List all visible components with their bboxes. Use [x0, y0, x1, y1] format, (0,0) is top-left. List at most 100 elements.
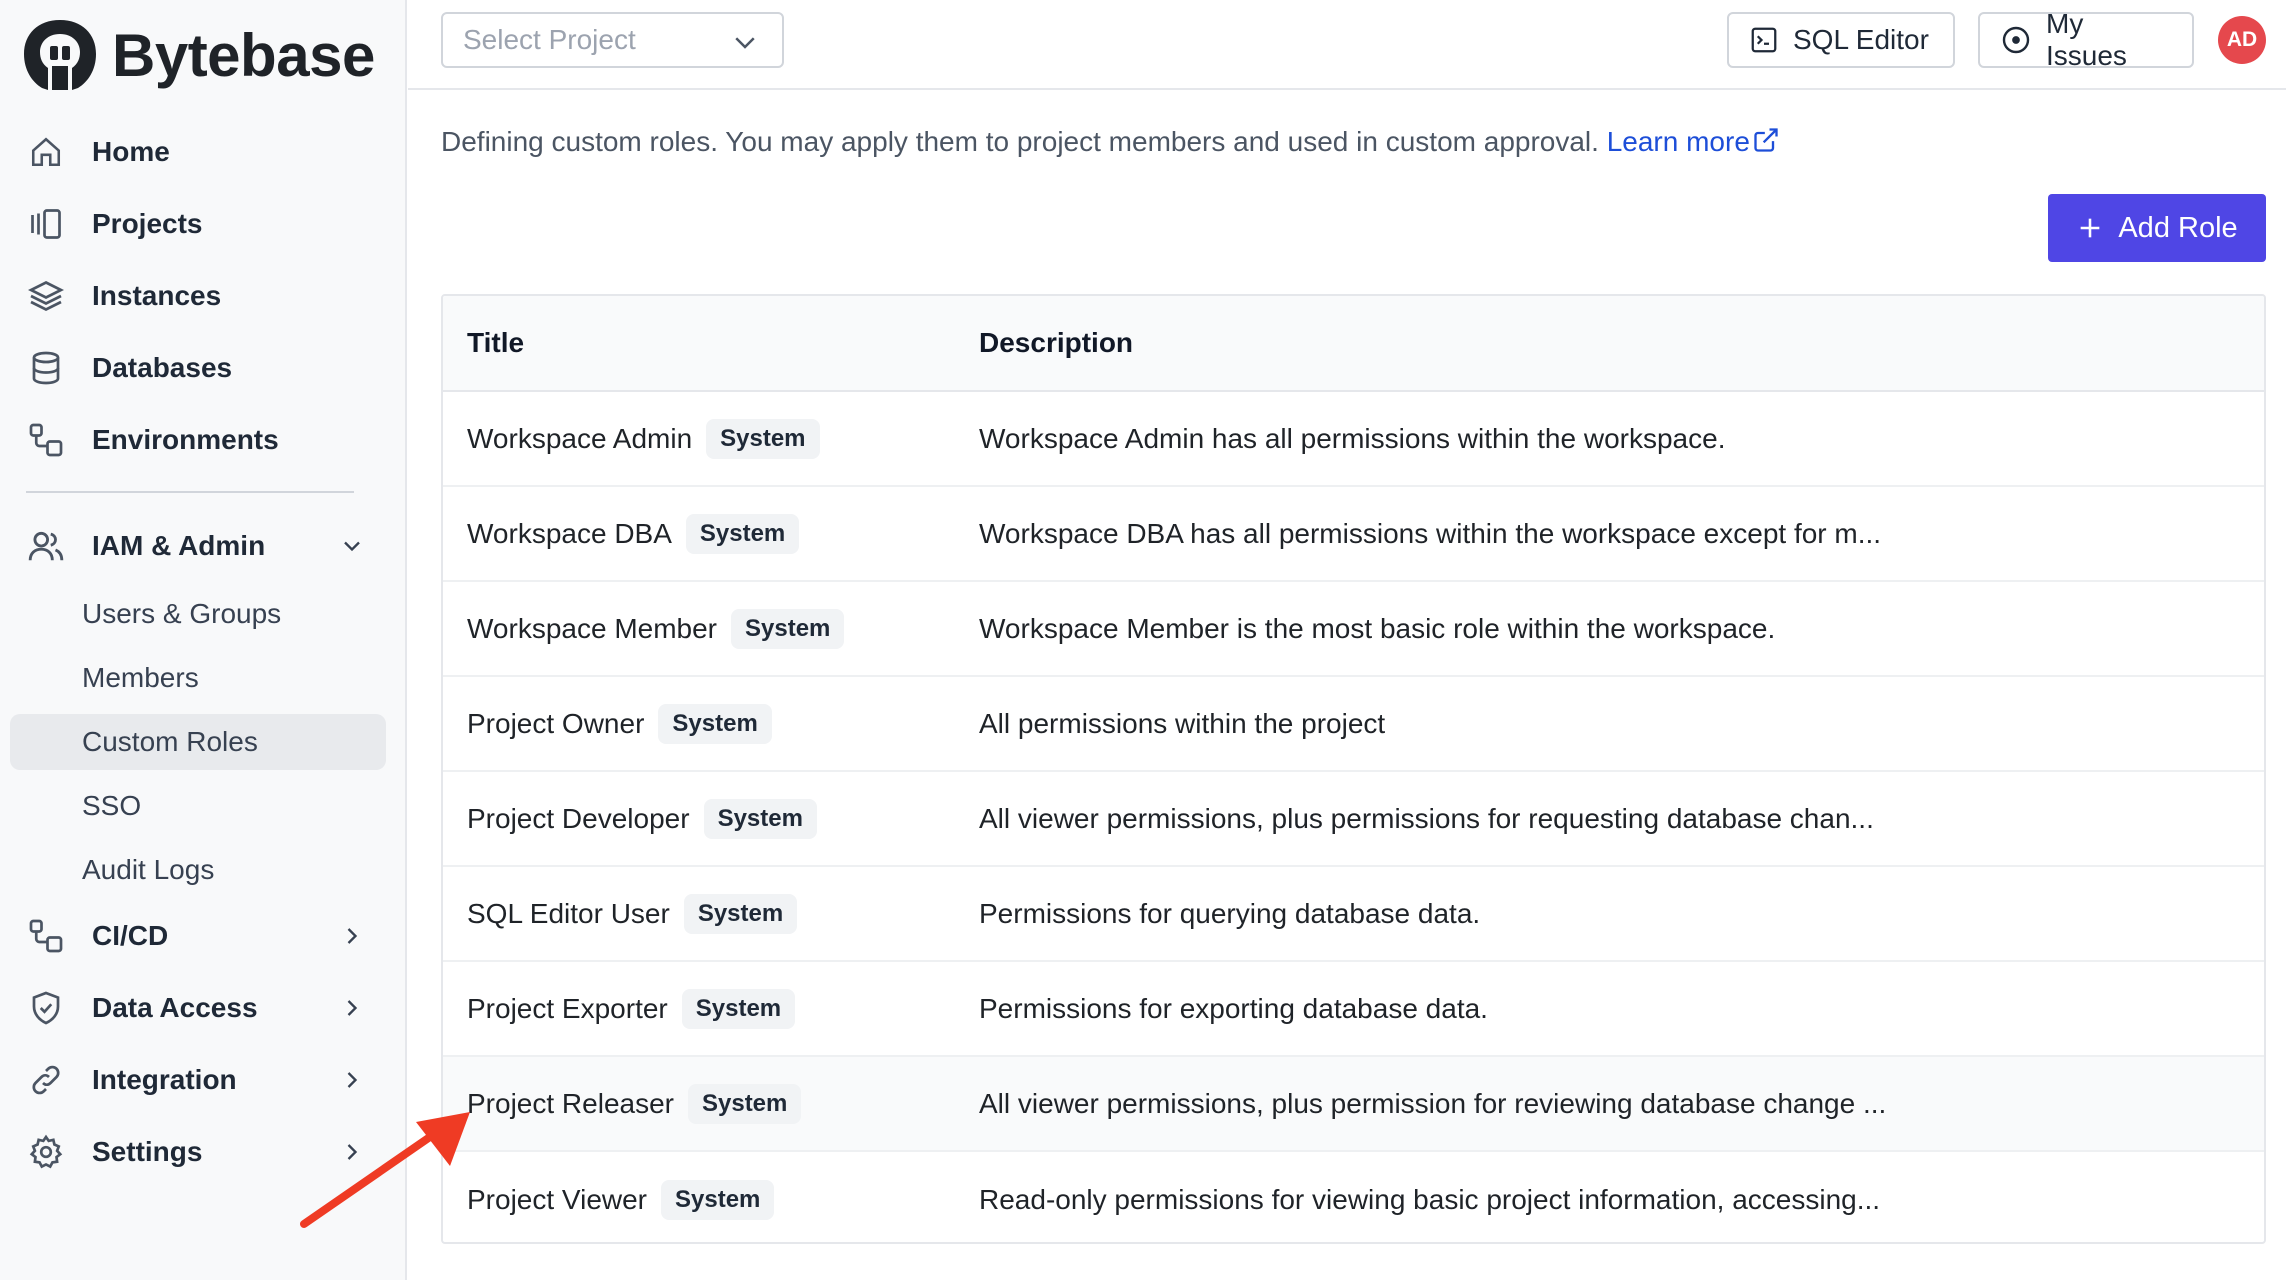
role-title: Project Exporter [467, 992, 668, 1024]
sidebar-item-home[interactable]: Home [10, 124, 386, 180]
role-description: All permissions within the project [979, 707, 1386, 739]
sidebar-subitem-sso[interactable]: SSO [10, 778, 386, 834]
table-row[interactable]: SQL Editor User System Permissions for qu… [443, 867, 2264, 962]
sidebar-item-databases[interactable]: Databases [10, 340, 386, 396]
link-icon [26, 1060, 66, 1100]
database-icon [26, 348, 66, 388]
chevron-right-icon [347, 1000, 358, 1016]
add-role-label: Add Role [2118, 211, 2238, 244]
table-row[interactable]: Project Owner System All permissions with… [443, 677, 2264, 772]
description-text: Defining custom roles. You may apply the… [441, 126, 1599, 157]
system-badge: System [658, 703, 772, 744]
projects-icon [26, 204, 66, 244]
role-description: All viewer permissions, plus permission … [979, 1087, 1887, 1119]
my-issues-button[interactable]: My Issues [1978, 8, 2194, 71]
role-description: Read-only permissions for viewing basic … [979, 1183, 1881, 1215]
sidebar-item-label: Integration [92, 1064, 237, 1095]
table-row[interactable]: Project Viewer System Read-only permissio… [443, 1152, 2264, 1242]
system-badge: System [683, 893, 798, 934]
sidebar-item-label: CI/CD [92, 920, 169, 951]
chevron-right-icon [347, 928, 358, 944]
table-row[interactable]: Workspace Admin System Workspace Admin ha… [443, 392, 2264, 487]
role-description: Workspace DBA has all permissions within… [979, 517, 1882, 549]
sidebar-item-label: Environments [92, 424, 279, 455]
brand-logo[interactable]: Bytebase [22, 18, 375, 92]
sidebar-item-environments[interactable]: Environments [10, 412, 386, 468]
bytebase-logo-icon [24, 20, 96, 90]
sidebar-subitem-members[interactable]: Members [10, 650, 386, 706]
brand-name: Bytebase [112, 21, 375, 89]
plus-icon [2081, 218, 2100, 238]
terminal-icon [1751, 27, 1777, 53]
role-title: Project Developer [467, 802, 690, 834]
sidebar-subitem-audit-logs[interactable]: Audit Logs [10, 842, 386, 898]
table-header: Title Description [443, 296, 2264, 392]
sidebar-item-iam-admin[interactable]: IAM & Admin [10, 518, 386, 574]
system-badge: System [661, 1179, 775, 1220]
role-description: Permissions for exporting database data. [979, 992, 1488, 1024]
table-row[interactable]: Project Exporter System Permissions for e… [443, 962, 2264, 1057]
sidebar-item-label: Databases [92, 352, 233, 383]
sidebar-item-label: IAM & Admin [92, 530, 266, 561]
role-title: SQL Editor User [467, 897, 670, 929]
sidebar-item-instances[interactable]: Instances [10, 268, 386, 324]
header-description: Description [979, 327, 1134, 358]
shield-icon [26, 988, 66, 1028]
avatar[interactable]: AD [2218, 16, 2266, 64]
project-select-placeholder: Select Project [463, 24, 636, 55]
sidebar: Bytebase Home Projects Instances Databas… [0, 0, 407, 1280]
add-role-button[interactable]: Add Role [2048, 194, 2266, 262]
external-link-icon [1754, 128, 1778, 152]
layers-icon [26, 276, 66, 316]
table-row[interactable]: Workspace Member System Workspace Member … [443, 582, 2264, 677]
system-badge: System [703, 798, 817, 839]
role-description: All viewer permissions, plus permissions… [979, 802, 1874, 834]
table-row[interactable]: Project Releaser System All viewer permis… [443, 1057, 2264, 1152]
sql-editor-button[interactable]: SQL Editor [1727, 12, 1955, 68]
sidebar-divider [26, 491, 354, 493]
chevron-down-icon [735, 37, 755, 49]
system-badge: System [687, 1083, 802, 1124]
sidebar-subitem-users-groups[interactable]: Users & Groups [10, 586, 386, 642]
sidebar-item-label: Settings [92, 1136, 203, 1167]
users-icon [26, 526, 66, 566]
table-row[interactable]: Workspace DBA System Workspace DBA has al… [443, 487, 2264, 582]
role-description: Workspace Member is the most basic role … [979, 612, 1776, 644]
sidebar-item-cicd[interactable]: CI/CD [10, 908, 386, 964]
annotation-arrow-icon [300, 1112, 470, 1228]
learn-more-link[interactable]: Learn more [1607, 126, 1780, 157]
system-badge: System [706, 418, 820, 459]
header-title: Title [467, 327, 525, 358]
learn-more-label: Learn more [1606, 126, 1750, 157]
my-issues-label: My Issues [2046, 8, 2127, 71]
role-title: Workspace Member [467, 612, 718, 644]
sidebar-item-data-access[interactable]: Data Access [10, 980, 386, 1036]
system-badge: System [731, 608, 845, 649]
sidebar-subitem-custom-roles[interactable]: Custom Roles [10, 714, 386, 770]
sidebar-item-label: Projects [92, 208, 203, 239]
role-title: Project Viewer [467, 1183, 648, 1215]
chevron-down-icon [344, 541, 360, 552]
sidebar-item-label: Data Access [92, 992, 258, 1023]
issue-circle-icon [2002, 26, 2030, 54]
role-title: Workspace DBA [467, 517, 672, 549]
roles-table: Title Description Workspace Admin System … [441, 294, 2266, 1244]
page-description: Defining custom roles. You may apply the… [441, 126, 1780, 158]
topbar: Select Project SQL Editor My Issues AD [408, 0, 2286, 90]
home-icon [26, 132, 66, 172]
table-row[interactable]: Project Developer System All viewer permi… [443, 772, 2264, 867]
gear-icon [26, 1132, 66, 1172]
chevron-right-icon [347, 1072, 358, 1088]
environments-icon [26, 420, 66, 460]
project-select[interactable]: Select Project [441, 12, 784, 68]
role-title: Project Owner [467, 707, 645, 739]
sidebar-item-label: Home [92, 136, 170, 167]
system-badge: System [685, 513, 800, 554]
role-title: Project Releaser [467, 1087, 674, 1119]
role-description: Workspace Admin has all permissions with… [979, 422, 1726, 454]
system-badge: System [681, 988, 796, 1029]
cicd-icon [26, 916, 66, 956]
sql-editor-label: SQL Editor [1793, 24, 1929, 55]
sidebar-item-projects[interactable]: Projects [10, 196, 386, 252]
sidebar-item-label: Instances [92, 280, 222, 311]
